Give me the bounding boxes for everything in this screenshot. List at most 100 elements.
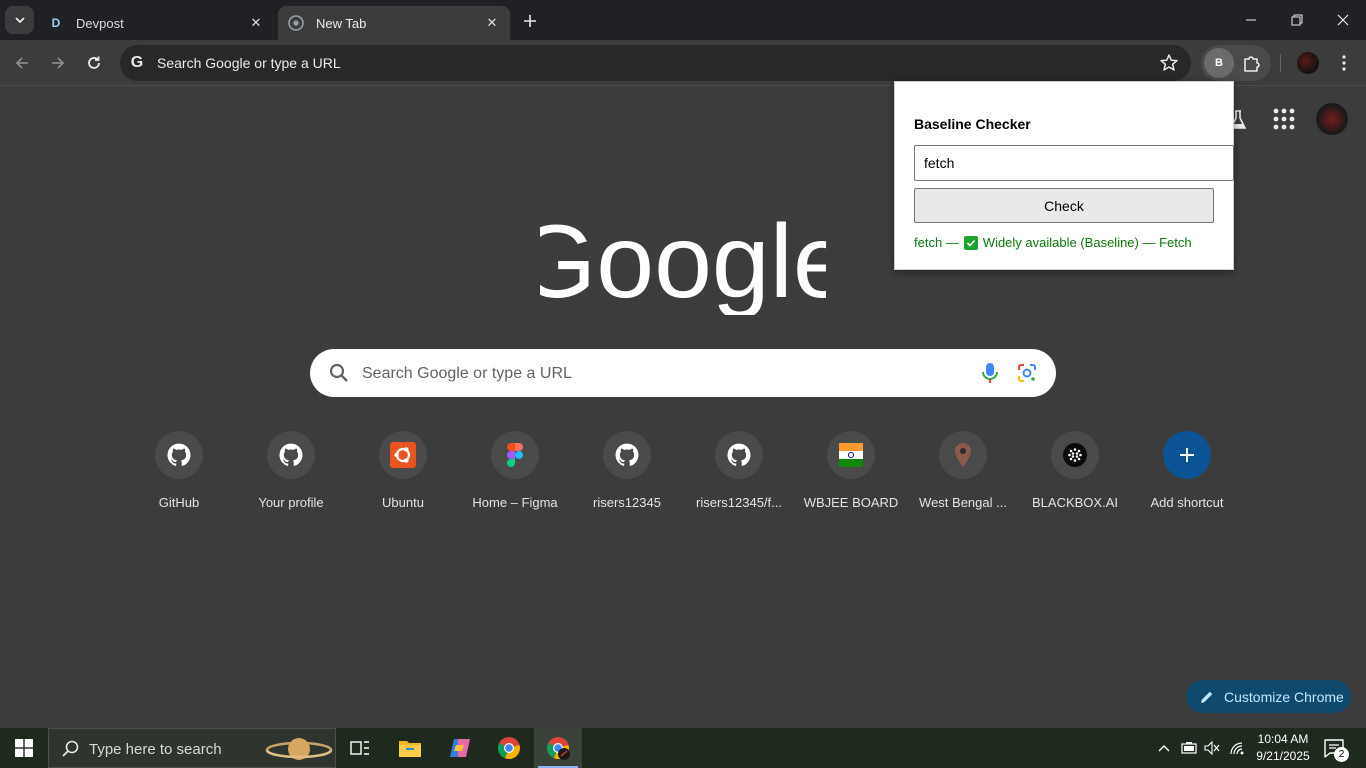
toolbar-divider (1280, 54, 1281, 72)
saturn-icon (265, 738, 333, 760)
google-logo: Google (540, 205, 826, 315)
shortcut-icon-wrap (827, 431, 875, 479)
shortcut-wbjee-board[interactable]: WBJEE BOARD (795, 431, 907, 527)
blackbox-icon (1063, 443, 1087, 467)
check-button[interactable]: Check (914, 188, 1214, 223)
restore-icon (1291, 14, 1303, 26)
india-flag-icon (839, 443, 863, 467)
show-hidden-icons-button[interactable] (1154, 728, 1174, 768)
taskbar-search[interactable]: Type here to search (48, 728, 336, 768)
new-tab-button[interactable] (518, 9, 542, 33)
account-avatar[interactable] (1316, 103, 1348, 135)
shortcut-label: WBJEE BOARD (803, 495, 899, 510)
puzzle-icon[interactable] (1241, 52, 1263, 74)
search-icon (329, 363, 348, 382)
shortcut-github[interactable]: GitHub (123, 431, 235, 527)
start-button[interactable] (0, 728, 48, 768)
back-button[interactable] (7, 48, 37, 78)
shortcut-label: Home – Figma (472, 495, 558, 510)
feature-input[interactable] (914, 145, 1234, 181)
taskbar-search-placeholder: Type here to search (89, 741, 222, 758)
close-icon[interactable]: ✕ (484, 15, 500, 31)
reload-button[interactable] (79, 48, 109, 78)
shortcut-risers12345[interactable]: risers12345 (571, 431, 683, 527)
search-icon (62, 740, 79, 757)
file-explorer-button[interactable] (386, 728, 434, 768)
microphone-icon[interactable] (980, 361, 1000, 385)
bookmark-star-icon[interactable] (1159, 53, 1179, 73)
tab-new-tab[interactable]: New Tab ✕ (278, 6, 510, 40)
map-pin-icon (955, 443, 971, 467)
chrome-icon (288, 15, 304, 31)
shortcut-west-bengal[interactable]: West Bengal ... (907, 431, 1019, 527)
shortcut-add[interactable]: Add shortcut (1131, 431, 1243, 527)
baseline-extension-button[interactable]: B (1204, 48, 1234, 78)
shortcut-figma[interactable]: Home – Figma (459, 431, 571, 527)
more-vert-icon (1342, 55, 1346, 71)
devpost-icon: D (51, 16, 61, 30)
apps-grid-icon[interactable] (1272, 107, 1296, 131)
tab-search-button[interactable] (5, 6, 34, 34)
close-icon[interactable]: ✕ (248, 15, 264, 31)
chrome-profile-taskbar-button[interactable] (534, 728, 582, 768)
shortcut-risers12345-repo[interactable]: risers12345/f... (683, 431, 795, 527)
battery-button[interactable] (1178, 728, 1200, 768)
shortcut-label: risers12345 (593, 495, 661, 510)
extensions-group: B (1201, 45, 1271, 81)
close-icon (1337, 14, 1349, 26)
minimize-button[interactable] (1228, 0, 1274, 40)
customize-label: Customize Chrome (1224, 688, 1344, 705)
volume-muted-icon (1204, 741, 1220, 755)
reload-icon (88, 56, 100, 69)
shortcut-label: Your profile (258, 495, 324, 510)
shortcut-icon-wrap (267, 431, 315, 479)
task-view-button[interactable] (336, 728, 384, 768)
toolbar: G Search Google or type a URL B (0, 40, 1366, 86)
tab-devpost[interactable]: D Devpost ✕ (38, 6, 274, 40)
shortcut-label: Add shortcut (1150, 495, 1224, 510)
shortcut-icon-wrap (491, 431, 539, 479)
ntp-search-box[interactable]: Search Google or type a URL (310, 349, 1056, 397)
customize-chrome-button[interactable]: Customize Chrome (1186, 680, 1351, 713)
figma-icon (507, 443, 523, 467)
forward-button[interactable] (43, 48, 73, 78)
shortcut-icon-wrap (939, 431, 987, 479)
pencil-icon (1201, 691, 1213, 703)
shortcut-icon-wrap (1051, 431, 1099, 479)
chrome-taskbar-button[interactable] (485, 728, 533, 768)
google-lens-icon[interactable] (1016, 362, 1038, 384)
shortcut-blackbox[interactable]: BLACKBOX.AI (1019, 431, 1131, 527)
shortcut-icon-wrap (603, 431, 651, 479)
chrome-icon (546, 737, 570, 760)
tab-title: New Tab (316, 15, 367, 31)
restore-button[interactable] (1274, 0, 1320, 40)
shortcut-your-profile[interactable]: Your profile (235, 431, 347, 527)
copilot-icon (450, 739, 470, 757)
shortcut-label: BLACKBOX.AI (1032, 495, 1118, 510)
shortcut-label: Ubuntu (382, 495, 424, 510)
clock-date: 9/21/2025 (1256, 749, 1310, 763)
profile-avatar[interactable] (1297, 52, 1319, 74)
github-icon (727, 443, 751, 466)
ntp-search-placeholder: Search Google or type a URL (362, 365, 572, 382)
plus-icon (524, 15, 536, 27)
shortcut-ubuntu[interactable]: Ubuntu (347, 431, 459, 527)
volume-button[interactable] (1201, 728, 1223, 768)
minimize-icon (1246, 19, 1256, 21)
shortcut-icon-wrap (715, 431, 763, 479)
svg-text:Google: Google (540, 205, 826, 315)
task-view-icon (350, 741, 369, 755)
chrome-icon (497, 737, 520, 760)
arrow-right-icon (52, 57, 65, 69)
system-clock[interactable]: 10:04 AM 9/21/2025 (1254, 731, 1312, 765)
chrome-menu-button[interactable] (1333, 51, 1355, 75)
tab-strip: D Devpost ✕ New Tab ✕ (0, 0, 1366, 40)
network-button[interactable] (1227, 728, 1249, 768)
close-window-button[interactable] (1320, 0, 1366, 40)
tab-title: Devpost (76, 15, 124, 31)
chevron-down-icon (14, 17, 25, 24)
check-mark-icon (963, 235, 978, 250)
copilot-button[interactable] (436, 728, 484, 768)
omnibox[interactable]: G Search Google or type a URL (120, 45, 1191, 81)
shortcut-icon-wrap (155, 431, 203, 479)
